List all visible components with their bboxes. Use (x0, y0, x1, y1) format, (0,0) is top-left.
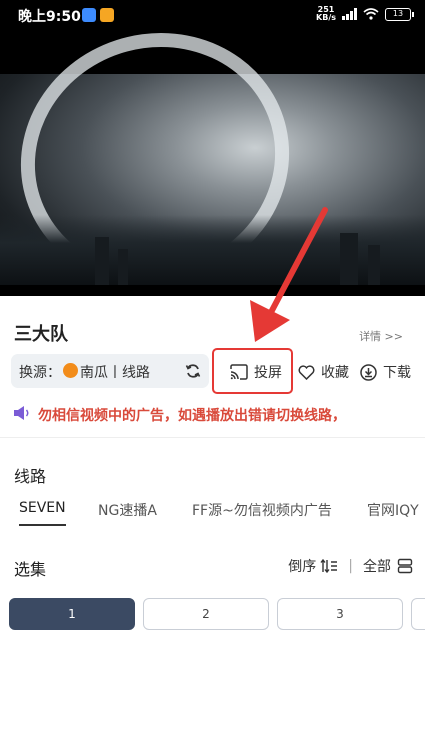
video-scene-building (368, 245, 380, 285)
route-tab-ff[interactable]: FF源~勿信视频内广告 (192, 500, 332, 520)
signal-icon (342, 8, 357, 20)
details-link[interactable]: 详情 >> (359, 328, 403, 344)
episode-button-partial[interactable] (411, 598, 425, 630)
speaker-icon (14, 406, 29, 420)
notice-text: 勿相信视频中的广告，如遇播放出错请切换线路， (38, 408, 346, 424)
download-label: 下载 (383, 365, 411, 381)
episode-list: 1 2 3 (0, 598, 425, 632)
page-title: 三大队 (14, 324, 68, 345)
favorite-button[interactable]: 收藏 (298, 362, 349, 382)
status-time: 晚上9:50 (18, 9, 81, 25)
network-speed-unit: KB/s (316, 13, 336, 22)
all-episodes-button[interactable]: 全部 (363, 556, 413, 576)
episode-button[interactable]: 1 (9, 598, 135, 630)
sort-button[interactable]: 倒序 (288, 556, 338, 576)
grid-icon (397, 558, 413, 574)
episode-controls: 倒序 | 全部 (288, 556, 413, 576)
all-label: 全部 (363, 559, 391, 575)
video-scene-building (118, 249, 128, 285)
app-notification-icon-2 (100, 8, 114, 22)
sort-label: 倒序 (288, 559, 317, 575)
section-divider (0, 437, 425, 438)
cast-button[interactable]: 投屏 (230, 362, 282, 382)
episode-button[interactable]: 3 (277, 598, 403, 630)
video-scene-building (340, 233, 358, 285)
refresh-icon[interactable] (185, 363, 201, 379)
heart-icon (298, 364, 315, 380)
app-notification-icon (82, 8, 96, 22)
video-scene-city (0, 215, 425, 285)
route-tab-seven[interactable]: SEVEN (19, 500, 66, 516)
route-tabs: SEVEN NG速播A FF源~勿信视频内广告 官网IQY (0, 500, 425, 530)
cast-icon (230, 364, 248, 380)
route-tab-iqy[interactable]: 官网IQY (367, 500, 419, 520)
source-value: 南瓜丨线路 (80, 365, 150, 381)
network-speed: 251 KB/s (316, 6, 336, 22)
wifi-icon (363, 8, 379, 20)
battery-icon: 13 (385, 7, 414, 21)
sort-icon (320, 559, 338, 573)
source-switcher[interactable]: 换源： 南瓜丨线路 (11, 354, 209, 388)
video-frame[interactable] (0, 30, 425, 296)
notice-marquee: 勿相信视频中的广告，如遇播放出错请切换线路， (10, 401, 415, 425)
pumpkin-icon (63, 363, 78, 378)
episode-button[interactable]: 2 (143, 598, 269, 630)
controls-separator: | (348, 558, 353, 574)
active-tab-indicator (19, 524, 66, 526)
cast-label: 投屏 (254, 365, 282, 381)
status-right: 251 KB/s 13 (316, 6, 414, 22)
detail-panel: 三大队 详情 >> 换源： 南瓜丨线路 投屏 收藏 下载 勿相信视频中的广告，如… (0, 296, 425, 732)
video-scene-building (95, 237, 109, 285)
status-bar: 晚上9:50 251 KB/s 13 (0, 0, 425, 30)
source-label: 换源： (19, 365, 61, 381)
favorite-label: 收藏 (321, 365, 349, 381)
download-icon (360, 363, 377, 381)
routes-heading: 线路 (14, 467, 47, 486)
download-button[interactable]: 下载 (360, 362, 411, 382)
video-player[interactable] (0, 30, 425, 296)
route-tab-ng[interactable]: NG速播A (98, 500, 157, 520)
episodes-heading: 选集 (14, 560, 47, 579)
